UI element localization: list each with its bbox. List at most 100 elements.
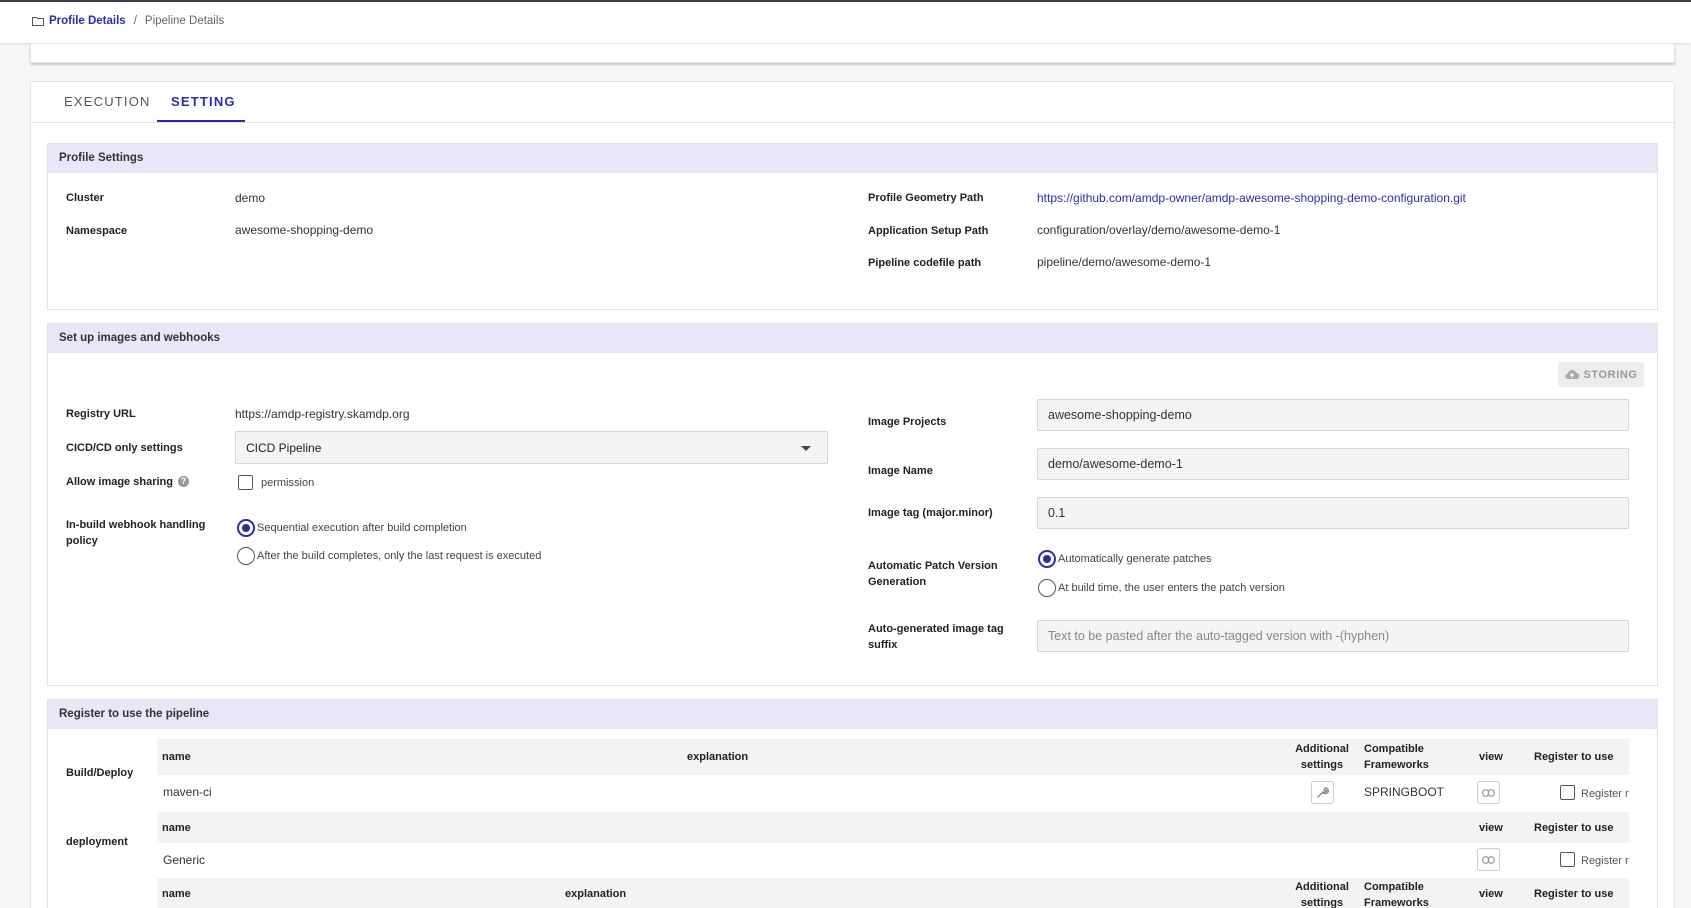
tag-suffix-input[interactable] [1037, 620, 1629, 652]
image-name-input[interactable] [1037, 448, 1629, 480]
cluster-value: demo [235, 191, 266, 205]
table-row: Generic Register now [157, 843, 1629, 877]
allow-image-sharing-label: Allow image sharing ? [66, 474, 190, 490]
image-tag-label: Image tag (major.minor) [868, 507, 993, 519]
webhook-policy-label-line1: In-build webhook handling [66, 519, 206, 531]
column-register: Register to use [1534, 822, 1614, 834]
column-compatible-frameworks: Compatible Frameworks [1364, 741, 1429, 773]
breadcrumb-current: Pipeline Details [144, 15, 225, 27]
breadcrumb-profile-details-link[interactable]: Profile Details [49, 15, 126, 27]
webhook-last-request-option: After the build completes, only the last… [257, 550, 542, 562]
patch-generation-label: Automatic Patch Version Generation [868, 558, 998, 590]
patch-auto-option: Automatically generate patches [1058, 553, 1212, 565]
column-explanation: explanation [687, 751, 749, 763]
column-additional-line2: settings [1300, 897, 1344, 908]
chevron-down-icon [801, 446, 811, 451]
patch-manual-radio[interactable] [1038, 579, 1056, 597]
application-setup-path-value: configuration/overlay/demo/awesome-demo-… [1037, 223, 1281, 237]
registry-url-label: Registry URL [66, 408, 136, 420]
profile-geometry-path-link[interactable]: https://github.com/amdp-owner/amdp-aweso… [1037, 191, 1466, 205]
column-compatible-line1: Compatible [1364, 743, 1424, 755]
column-compatible-line2: Frameworks [1364, 759, 1429, 771]
webhook-sequential-radio[interactable] [237, 519, 255, 537]
wrench-icon [1317, 787, 1329, 798]
pipeline-codefile-path-value: pipeline/demo/awesome-demo-1 [1037, 255, 1212, 269]
top-bar: Profile Details / Pipeline Details [0, 0, 1691, 43]
tab-setting[interactable]: SETTING [171, 94, 236, 109]
allow-image-sharing-text: Allow image sharing [66, 476, 173, 488]
storing-button[interactable]: STORING [1558, 362, 1644, 387]
namespace-label: Namespace [66, 225, 128, 237]
table-row: maven-ci SPRINGBOOT Register now [157, 776, 1629, 809]
patch-generation-label-line2: Generation [868, 576, 927, 588]
patch-generation-label-line1: Automatic Patch Version [868, 560, 998, 572]
additional-settings-button[interactable] [1311, 781, 1334, 804]
link-icon [1482, 788, 1495, 797]
webhook-sequential-option: Sequential execution after build complet… [257, 522, 467, 534]
image-projects-label: Image Projects [868, 416, 947, 428]
webhook-last-request-radio[interactable] [237, 547, 255, 565]
column-view: view [1479, 822, 1503, 834]
column-register: Register to use [1534, 751, 1614, 763]
pipeline-codefile-path-label: Pipeline codefile path [868, 257, 982, 269]
build-table-header: name explanation Additional settings Com… [157, 739, 1629, 775]
image-name-label: Image Name [868, 465, 933, 477]
section-header: Profile Settings [48, 144, 1657, 173]
register-checkbox[interactable] [1560, 852, 1575, 867]
register-label: Register now [1581, 788, 1629, 800]
register-label-wrap: Register now [1581, 786, 1629, 800]
column-compatible-frameworks: Compatible Frameworks [1364, 879, 1429, 908]
register-label: Register now [1581, 855, 1629, 867]
view-link-button[interactable] [1477, 781, 1500, 804]
image-projects-input[interactable] [1037, 399, 1629, 431]
image-sharing-checkbox[interactable] [238, 475, 253, 490]
build-deploy-label: Build/Deploy [66, 767, 134, 779]
column-view: view [1479, 751, 1503, 763]
register-checkbox[interactable] [1560, 785, 1575, 800]
deployment-label: deployment [66, 836, 128, 848]
patch-auto-radio[interactable] [1038, 550, 1056, 568]
breadcrumb: Profile Details / Pipeline Details [32, 15, 224, 27]
view-link-button[interactable] [1477, 848, 1500, 871]
column-explanation: explanation [565, 888, 627, 900]
collapsed-summary-card [30, 44, 1675, 63]
cicd-settings-select[interactable]: CICD Pipeline [235, 431, 828, 464]
breadcrumb-separator: / [133, 15, 137, 27]
column-additional-settings: Additional settings [1287, 741, 1357, 773]
column-view: view [1479, 888, 1503, 900]
pipeline-name: Generic [163, 853, 206, 867]
column-additional-line2: settings [1300, 759, 1344, 771]
patch-manual-option: At build time, the user enters the patch… [1058, 582, 1285, 594]
section-header: Register to use the pipeline [48, 700, 1657, 729]
tag-suffix-label-line1: Auto-generated image tag [868, 623, 1004, 635]
namespace-value: awesome-shopping-demo [235, 223, 374, 237]
link-icon [1482, 855, 1495, 864]
column-additional-line1: Additional [1295, 743, 1349, 755]
deploy-table-header: name view Register to use [157, 812, 1629, 843]
registry-url-value: https://amdp-registry.skamdp.org [235, 407, 410, 421]
column-additional-line1: Additional [1295, 881, 1349, 893]
cloud-upload-icon [1565, 369, 1580, 380]
folder-icon [32, 17, 44, 26]
webhook-policy-label-line2: policy [66, 535, 98, 547]
cluster-label: Cluster [66, 192, 104, 204]
active-tab-indicator [157, 120, 245, 122]
application-setup-path-label: Application Setup Path [868, 225, 989, 237]
third-table-header: name explanation Additional settings Com… [157, 878, 1629, 908]
pipeline-name: maven-ci [163, 785, 212, 799]
profile-geometry-path-label: Profile Geometry Path [868, 192, 984, 204]
column-name: name [162, 888, 191, 900]
webhook-policy-label: In-build webhook handling policy [66, 517, 205, 549]
tab-execution[interactable]: EXECUTION [64, 94, 151, 109]
column-name: name [162, 751, 191, 763]
column-compatible-line1: Compatible [1364, 881, 1424, 893]
column-register: Register to use [1534, 888, 1614, 900]
tag-suffix-label: Auto-generated image tag suffix [868, 621, 1004, 653]
image-tag-input[interactable] [1037, 497, 1629, 529]
column-compatible-line2: Frameworks [1364, 897, 1429, 908]
column-name: name [162, 822, 191, 834]
storing-label: STORING [1583, 368, 1638, 381]
register-label-wrap: Register now [1581, 853, 1629, 867]
image-sharing-option-label: permission [261, 477, 315, 489]
help-icon[interactable]: ? [178, 476, 190, 487]
